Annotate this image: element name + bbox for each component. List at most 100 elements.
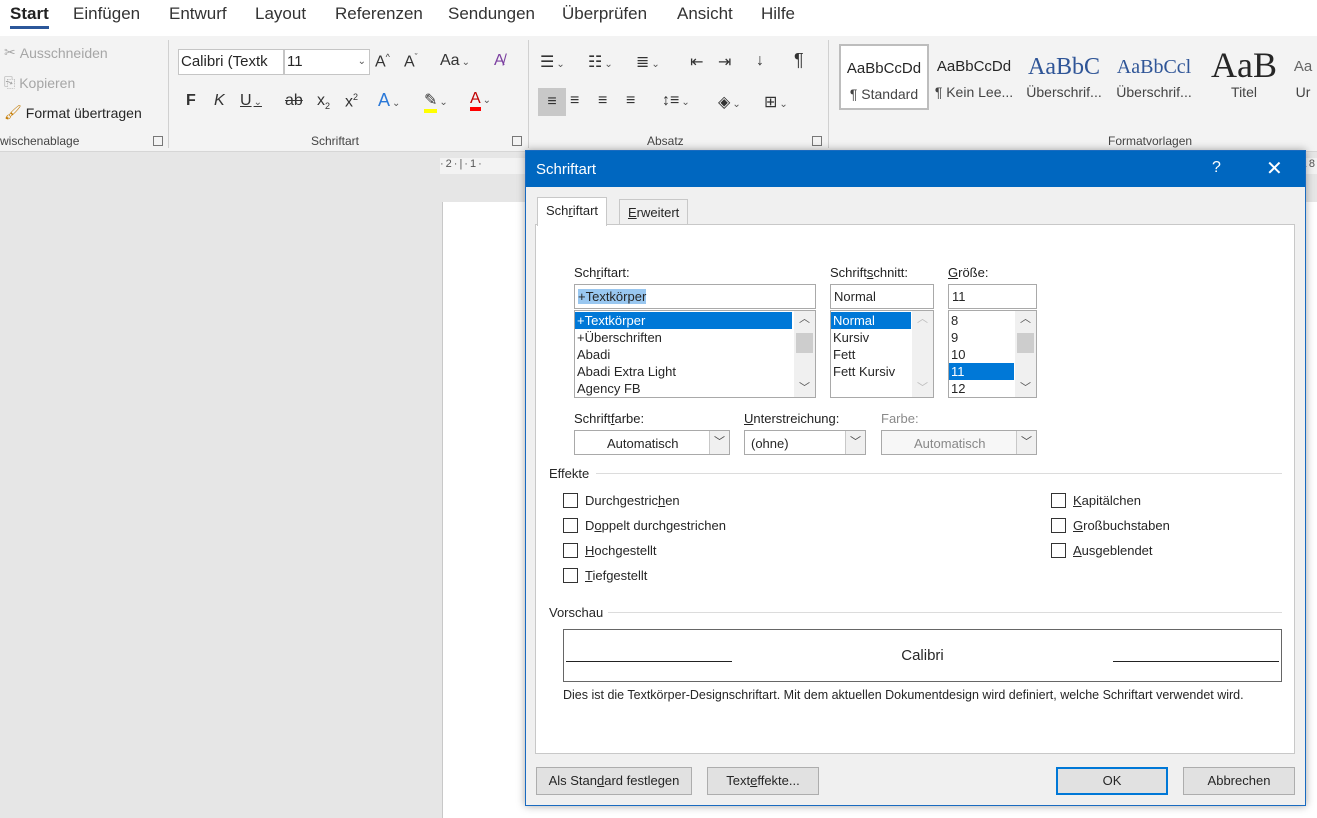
size-input[interactable]: 11 <box>948 284 1037 309</box>
increase-indent-icon[interactable]: ⇥ <box>718 52 731 72</box>
tab-schriftart[interactable]: Schriftart <box>537 197 608 226</box>
set-default-button[interactable]: Als Standard festlegen <box>536 767 692 795</box>
checkbox-box[interactable] <box>1051 493 1066 508</box>
underline-color-combo[interactable]: Automatisch ﹀ <box>881 430 1037 455</box>
tab-ueberpruefen[interactable]: Überprüfen <box>562 4 647 24</box>
font-color-combo[interactable]: Automatisch ﹀ <box>574 430 730 455</box>
font-listbox[interactable]: +Textkörper +Überschriften Abadi Abadi E… <box>574 310 816 398</box>
font-name-combo[interactable]: Calibri (Textk <box>178 49 284 75</box>
checkbox-box[interactable] <box>563 543 578 558</box>
list-item[interactable]: 11 <box>949 363 1014 380</box>
style-listbox[interactable]: Normal Kursiv Fett Fett Kursiv ︿ ﹀ <box>830 310 934 398</box>
clipboard-launcher-icon[interactable] <box>153 136 163 146</box>
multilevel-list-icon[interactable]: ≣ ⌄ <box>636 52 660 72</box>
superscript-button[interactable]: x2 <box>345 92 358 111</box>
underline-combo[interactable]: (ohne) ﹀ <box>744 430 866 455</box>
checkbox-grossbuchstaben[interactable]: Großbuchstaben <box>1051 518 1170 533</box>
change-case-button[interactable]: Aa ⌄ <box>440 52 470 70</box>
cut-button[interactable]: ✂ Ausschneiden <box>4 44 108 61</box>
font-input[interactable]: +Textkörper <box>574 284 816 309</box>
style-ueberschrift-1[interactable]: AaBbC Überschrif... <box>1019 44 1109 110</box>
ok-button[interactable]: OK <box>1056 767 1168 795</box>
underline-button[interactable]: U ⌄ <box>240 92 262 110</box>
copy-button[interactable]: ⎘ Kopieren <box>4 74 75 91</box>
scroll-thumb[interactable] <box>1017 333 1034 353</box>
close-icon[interactable]: ✕ <box>1266 156 1283 181</box>
decrease-indent-icon[interactable]: ⇤ <box>690 52 703 72</box>
strikethrough-button[interactable]: ab <box>285 92 303 110</box>
tab-ansicht[interactable]: Ansicht <box>677 4 733 24</box>
style-list-scrollbar[interactable]: ︿ ﹀ <box>912 311 933 397</box>
size-list-scrollbar[interactable]: ︿ ﹀ <box>1015 311 1036 397</box>
checkbox-box[interactable] <box>563 518 578 533</box>
paragraph-launcher-icon[interactable] <box>812 136 822 146</box>
list-item[interactable]: Abadi Extra Light <box>575 363 815 380</box>
chevron-down-icon[interactable]: ﹀ <box>794 380 815 397</box>
align-center-icon[interactable]: ≡ <box>570 92 579 110</box>
list-item[interactable]: Agency FB <box>575 380 815 397</box>
tab-layout[interactable]: Layout <box>255 4 306 24</box>
italic-button[interactable]: K <box>214 92 225 110</box>
style-titel[interactable]: AaB Titel <box>1199 44 1289 110</box>
text-effects-button[interactable]: A ⌄ <box>378 90 400 111</box>
line-spacing-icon[interactable]: ↕≡ ⌄ <box>662 92 690 110</box>
shading-icon[interactable]: ◈ ⌄ <box>718 92 741 112</box>
tab-referenzen[interactable]: Referenzen <box>335 4 423 24</box>
checkbox-label: Großbuchstaben <box>1073 518 1170 533</box>
text-effects-dialog-button[interactable]: Texteffekte... <box>707 767 819 795</box>
checkbox-kapitaelchen[interactable]: Kapitälchen <box>1051 493 1141 508</box>
tab-hilfe[interactable]: Hilfe <box>761 4 795 24</box>
style-kein-leerraum[interactable]: AaBbCcDd ¶ Kein Lee... <box>929 44 1019 110</box>
checkbox-ausgeblendet[interactable]: Ausgeblendet <box>1051 543 1153 558</box>
justify-icon[interactable]: ≡ <box>626 92 635 110</box>
list-item[interactable]: +Überschriften <box>575 329 815 346</box>
format-painter-button[interactable]: 🖌 Format übertragen <box>4 104 142 121</box>
cancel-button[interactable]: Abbrechen <box>1183 767 1295 795</box>
list-item[interactable]: Normal <box>831 312 911 329</box>
numbering-icon[interactable]: ☷ ⌄ <box>588 52 613 72</box>
style-ueberschrift-2[interactable]: AaBbCcl Überschrif... <box>1109 44 1199 110</box>
chevron-down-icon[interactable]: ﹀ <box>1015 380 1036 397</box>
font-color-button[interactable]: A ⌄ <box>470 90 491 111</box>
tab-erweitert[interactable]: Erweitert <box>619 199 689 225</box>
list-item[interactable]: Abadi <box>575 346 815 363</box>
shrink-font-button[interactable]: Aˇ <box>404 52 418 71</box>
sort-icon[interactable]: ↓ <box>756 52 764 70</box>
checkbox-box[interactable] <box>563 568 578 583</box>
grow-font-button[interactable]: A^ <box>375 52 390 71</box>
tab-entwurf[interactable]: Entwurf <box>169 4 227 24</box>
checkbox-durchgestrichen[interactable]: Durchgestrichen <box>563 493 680 508</box>
style-standard[interactable]: AaBbCcDd ¶ Standard <box>839 44 929 110</box>
tab-sendungen[interactable]: Sendungen <box>448 4 535 24</box>
chevron-down-icon[interactable]: ﹀ <box>912 380 933 397</box>
chevron-up-icon[interactable]: ︿ <box>1015 311 1036 328</box>
font-launcher-icon[interactable] <box>512 136 522 146</box>
checkbox-tiefgestellt[interactable]: Tiefgestellt <box>563 568 647 583</box>
checkbox-hochgestellt[interactable]: Hochgestellt <box>563 543 657 558</box>
align-left-icon[interactable]: ≡ <box>538 88 566 116</box>
size-listbox[interactable]: 8 9 10 11 12 ︿ ﹀ <box>948 310 1037 398</box>
scroll-thumb[interactable] <box>796 333 813 353</box>
tab-start[interactable]: Start <box>10 4 49 29</box>
checkbox-box[interactable] <box>1051 543 1066 558</box>
highlight-button[interactable]: ✎ ⌄ <box>424 90 448 113</box>
checkbox-doppelt-durchgestrichen[interactable]: Doppelt durchgestrichen <box>563 518 726 533</box>
clear-formatting-icon[interactable]: A̸ <box>494 52 505 70</box>
align-right-icon[interactable]: ≡ <box>598 92 607 110</box>
tab-einfuegen[interactable]: Einfügen <box>73 4 140 24</box>
checkbox-box[interactable] <box>563 493 578 508</box>
list-item[interactable]: +Textkörper <box>575 312 792 329</box>
pilcrow-icon[interactable]: ¶ <box>794 50 804 71</box>
chevron-up-icon[interactable]: ︿ <box>794 311 815 328</box>
borders-icon[interactable]: ⊞ ⌄ <box>764 92 788 112</box>
chevron-up-icon[interactable]: ︿ <box>912 311 933 328</box>
bullets-icon[interactable]: ☰ ⌄ <box>540 52 565 72</box>
bold-button[interactable]: F <box>186 92 196 110</box>
checkbox-box[interactable] <box>1051 518 1066 533</box>
subscript-button[interactable]: x2 <box>317 92 330 111</box>
font-list-scrollbar[interactable]: ︿ ﹀ <box>794 311 815 397</box>
style-untertitel[interactable]: Aa Ur <box>1289 44 1317 110</box>
font-size-combo[interactable]: 11 ⌄ <box>284 49 370 75</box>
style-input[interactable]: Normal <box>830 284 934 309</box>
help-button[interactable]: ? <box>1212 159 1221 177</box>
